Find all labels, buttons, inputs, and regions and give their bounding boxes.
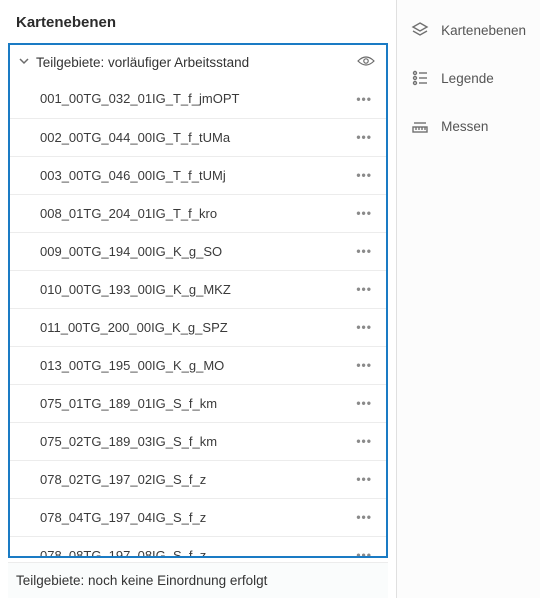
layer-item-name: 013_00TG_195_00IG_K_g_MO: [40, 358, 352, 373]
layers-icon: [411, 21, 429, 39]
layer-item-name: 078_08TG_197_08IG_S_f_z: [40, 548, 352, 558]
layer-list-item[interactable]: 078_04TG_197_04IG_S_f_z•••: [10, 498, 386, 536]
layer-group-collapsed-label: Teilgebiete: noch keine Einordnung erfol…: [16, 573, 267, 588]
chevron-down-icon: [14, 55, 34, 69]
more-options-icon[interactable]: •••: [352, 358, 376, 372]
layer-group-header-collapsed[interactable]: Teilgebiete: noch keine Einordnung erfol…: [8, 562, 388, 598]
sidebar-item-measure[interactable]: Messen: [397, 106, 540, 146]
layer-list-item[interactable]: 008_01TG_204_01IG_T_f_kro•••: [10, 194, 386, 232]
layer-list: 001_00TG_032_01IG_T_f_jmOPT•••002_00TG_0…: [8, 80, 388, 558]
more-options-icon[interactable]: •••: [352, 472, 376, 486]
more-options-icon[interactable]: •••: [352, 396, 376, 410]
layer-item-name: 075_02TG_189_03IG_S_f_km: [40, 434, 352, 449]
more-options-icon[interactable]: •••: [352, 282, 376, 296]
panel-title: Kartenebenen: [0, 0, 396, 43]
more-options-icon[interactable]: •••: [352, 130, 376, 144]
more-options-icon[interactable]: •••: [352, 92, 376, 106]
more-options-icon[interactable]: •••: [352, 510, 376, 524]
layer-item-name: 008_01TG_204_01IG_T_f_kro: [40, 206, 352, 221]
layer-list-item[interactable]: 078_08TG_197_08IG_S_f_z•••: [10, 536, 386, 558]
more-options-icon[interactable]: •••: [352, 244, 376, 258]
layer-list-item[interactable]: 001_00TG_032_01IG_T_f_jmOPT•••: [10, 80, 386, 118]
layer-item-name: 001_00TG_032_01IG_T_f_jmOPT: [40, 91, 352, 106]
layer-list-item[interactable]: 013_00TG_195_00IG_K_g_MO•••: [10, 346, 386, 384]
sidebar-item-label: Messen: [441, 119, 488, 134]
layer-item-name: 078_02TG_197_02IG_S_f_z: [40, 472, 352, 487]
layer-item-name: 011_00TG_200_00IG_K_g_SPZ: [40, 320, 352, 335]
more-options-icon[interactable]: •••: [352, 168, 376, 182]
layer-list-item[interactable]: 078_02TG_197_02IG_S_f_z•••: [10, 460, 386, 498]
layer-item-name: 009_00TG_194_00IG_K_g_SO: [40, 244, 352, 259]
layer-item-name: 002_00TG_044_00IG_T_f_tUMa: [40, 130, 352, 145]
layer-list-item[interactable]: 010_00TG_193_00IG_K_g_MKZ•••: [10, 270, 386, 308]
layer-list-item[interactable]: 011_00TG_200_00IG_K_g_SPZ•••: [10, 308, 386, 346]
layer-group-header-active[interactable]: Teilgebiete: vorläufiger Arbeitsstand: [8, 43, 388, 80]
legend-icon: [411, 69, 429, 87]
layer-list-item[interactable]: 075_02TG_189_03IG_S_f_km•••: [10, 422, 386, 460]
measure-icon: [411, 117, 429, 135]
more-options-icon[interactable]: •••: [352, 206, 376, 220]
layer-list-item[interactable]: 002_00TG_044_00IG_T_f_tUMa•••: [10, 118, 386, 156]
visibility-toggle-icon[interactable]: [354, 55, 378, 70]
layer-group-label: Teilgebiete: vorläufiger Arbeitsstand: [34, 55, 354, 70]
layer-list-item[interactable]: 009_00TG_194_00IG_K_g_SO•••: [10, 232, 386, 270]
more-options-icon[interactable]: •••: [352, 320, 376, 334]
layers-panel: Kartenebenen Teilgebiete: vorläufiger Ar…: [0, 0, 397, 598]
sidebar-item-legend[interactable]: Legende: [397, 58, 540, 98]
sidebar-item-label: Kartenebenen: [441, 23, 526, 38]
tool-sidebar: Kartenebenen Legende Messen: [397, 0, 540, 598]
sidebar-item-layers[interactable]: Kartenebenen: [397, 10, 540, 50]
layer-list-item[interactable]: 003_00TG_046_00IG_T_f_tUMj•••: [10, 156, 386, 194]
layer-list-item[interactable]: 075_01TG_189_01IG_S_f_km•••: [10, 384, 386, 422]
layer-item-name: 075_01TG_189_01IG_S_f_km: [40, 396, 352, 411]
more-options-icon[interactable]: •••: [352, 548, 376, 557]
more-options-icon[interactable]: •••: [352, 434, 376, 448]
sidebar-item-label: Legende: [441, 71, 494, 86]
layer-item-name: 010_00TG_193_00IG_K_g_MKZ: [40, 282, 352, 297]
layer-item-name: 003_00TG_046_00IG_T_f_tUMj: [40, 168, 352, 183]
layer-item-name: 078_04TG_197_04IG_S_f_z: [40, 510, 352, 525]
